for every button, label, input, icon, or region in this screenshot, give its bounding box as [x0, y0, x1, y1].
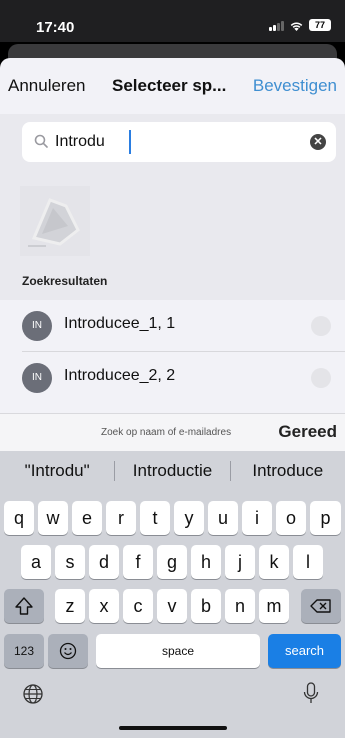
key-c[interactable]: c — [123, 589, 153, 623]
search-hint: Zoek op naam of e-mailadres — [101, 427, 232, 438]
battery-icon: 77 — [309, 19, 331, 31]
backspace-icon — [310, 599, 331, 613]
cancel-button[interactable]: Annuleren — [8, 76, 86, 96]
delete-key[interactable] — [301, 589, 341, 623]
results-section-label: Zoekresultaten — [22, 274, 108, 288]
sheet-title: Selecteer sp... — [112, 76, 227, 95]
key-b[interactable]: b — [191, 589, 221, 623]
suggestion-item[interactable]: Introductie — [115, 461, 229, 481]
key-l[interactable]: l — [293, 545, 323, 579]
search-field[interactable]: ✕ — [22, 122, 336, 162]
selection-radio[interactable] — [311, 368, 331, 388]
status-bar: 17:40 77 — [0, 0, 345, 42]
key-w[interactable]: w — [38, 501, 68, 535]
home-indicator — [119, 726, 227, 730]
list-item-name: Introducee_1, 1 — [64, 315, 176, 332]
search-icon — [34, 134, 48, 148]
nav-bar: Annuleren Selecteer sp... Bevestigen — [0, 58, 345, 114]
emoji-icon — [59, 642, 77, 660]
key-z[interactable]: z — [55, 589, 85, 623]
select-sheet: Annuleren Selecteer sp... Bevestigen ✕ Z… — [0, 58, 345, 414]
list-item[interactable]: IN Introducee_1, 1 — [0, 300, 345, 352]
keyboard: "Introdu" Introductie Introduce q w e r … — [0, 451, 345, 738]
numbers-key[interactable]: 123 — [4, 634, 44, 668]
key-e[interactable]: e — [72, 501, 102, 535]
done-button[interactable]: Gereed — [278, 422, 337, 442]
list-item[interactable]: IN Introducee_2, 2 — [0, 352, 345, 404]
avatar: IN — [22, 311, 52, 341]
key-d[interactable]: d — [89, 545, 119, 579]
microphone-icon[interactable] — [302, 681, 320, 707]
clear-icon[interactable]: ✕ — [310, 134, 326, 150]
search-input[interactable] — [55, 130, 295, 154]
key-n[interactable]: n — [225, 589, 255, 623]
shift-icon — [15, 597, 33, 615]
key-m[interactable]: m — [259, 589, 289, 623]
attachment-thumbnail[interactable] — [20, 186, 90, 256]
key-q[interactable]: q — [4, 501, 34, 535]
key-t[interactable]: t — [140, 501, 170, 535]
shift-key[interactable] — [4, 589, 44, 623]
key-r[interactable]: r — [106, 501, 136, 535]
key-a[interactable]: a — [21, 545, 51, 579]
status-time: 17:40 — [36, 19, 75, 36]
space-key[interactable]: space — [96, 634, 260, 668]
cellular-signal-icon — [269, 20, 284, 31]
confirm-button[interactable]: Bevestigen — [253, 76, 337, 96]
key-g[interactable]: g — [157, 545, 187, 579]
key-x[interactable]: x — [89, 589, 119, 623]
status-icons: 77 — [269, 19, 331, 31]
list-item-name: Introducee_2, 2 — [64, 367, 176, 384]
key-k[interactable]: k — [259, 545, 289, 579]
key-i[interactable]: i — [242, 501, 272, 535]
key-o[interactable]: o — [276, 501, 306, 535]
avatar: IN — [22, 363, 52, 393]
key-u[interactable]: u — [208, 501, 238, 535]
suggestion-item[interactable]: "Introdu" — [0, 461, 114, 481]
text-cursor — [129, 130, 131, 154]
key-s[interactable]: s — [55, 545, 85, 579]
key-p[interactable]: p — [310, 501, 341, 535]
suggestion-item[interactable]: Introduce — [231, 461, 345, 481]
suggestion-bar: "Introdu" Introductie Introduce — [0, 451, 345, 491]
globe-icon[interactable] — [22, 683, 44, 705]
search-key[interactable]: search — [268, 634, 341, 668]
key-v[interactable]: v — [157, 589, 187, 623]
key-y[interactable]: y — [174, 501, 204, 535]
key-h[interactable]: h — [191, 545, 221, 579]
wifi-icon — [290, 21, 303, 31]
selection-radio[interactable] — [311, 316, 331, 336]
key-f[interactable]: f — [123, 545, 153, 579]
keyboard-accessory-bar: Zoek op naam of e-mailadres Gereed — [0, 413, 345, 451]
emoji-key[interactable] — [48, 634, 88, 668]
key-j[interactable]: j — [225, 545, 255, 579]
